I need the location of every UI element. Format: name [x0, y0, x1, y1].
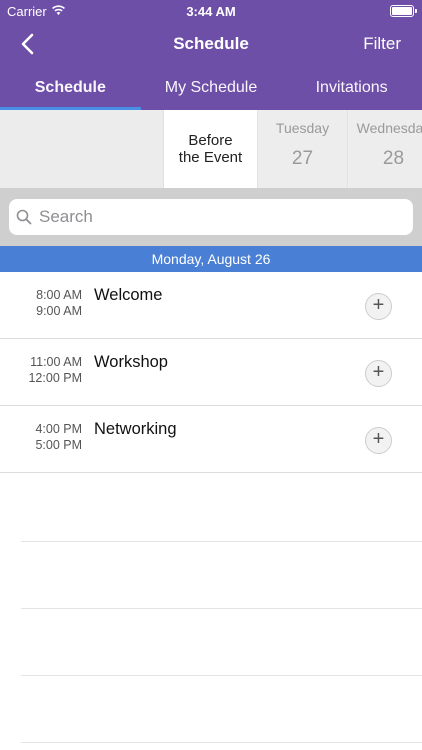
page-title: Schedule [173, 34, 249, 53]
session-end-time: 5:00 PM [35, 438, 82, 452]
date-day-name: Wednesday [356, 120, 422, 136]
session-list: 8:00 AM 9:00 AM Welcome + 11:00 AM 12:00… [0, 272, 422, 473]
add-session-button[interactable]: + [365, 427, 392, 454]
tab-bar: Schedule My Schedule Invitations [0, 70, 422, 110]
search-icon [16, 209, 32, 225]
date-selector: Before the Event Tuesday 27 Wednesday 28 [0, 110, 422, 188]
session-start-time: 8:00 AM [36, 288, 82, 302]
session-title: Networking [94, 420, 177, 438]
day-section-header: Monday, August 26 [0, 246, 422, 272]
tab-schedule[interactable]: Schedule [0, 70, 141, 110]
list-separator [21, 608, 422, 609]
list-separator [21, 742, 422, 743]
session-title: Welcome [94, 286, 163, 304]
list-separator [21, 541, 422, 542]
date-day-number: 27 [291, 148, 314, 169]
session-row[interactable]: 11:00 AM 12:00 PM Workshop + [0, 339, 422, 406]
session-start-time: 11:00 AM [30, 355, 82, 369]
date-spacer [0, 110, 164, 188]
session-start-time: 4:00 PM [35, 422, 82, 436]
date-wednesday[interactable]: Wednesday 28 [349, 110, 422, 188]
session-title: Workshop [94, 353, 168, 371]
list-separator [21, 675, 422, 676]
session-end-time: 9:00 AM [36, 304, 82, 318]
date-before-line2: the Event [178, 149, 243, 166]
status-time: 3:44 AM [186, 4, 236, 19]
filter-button[interactable]: Filter [363, 34, 401, 54]
session-row[interactable]: 4:00 PM 5:00 PM Networking + [0, 406, 422, 473]
search-bar [0, 188, 422, 246]
tab-invitations[interactable]: Invitations [281, 70, 422, 110]
navigation-bar: Schedule Filter [0, 22, 422, 66]
date-tuesday[interactable]: Tuesday 27 [258, 110, 348, 188]
date-before-line1: Before [188, 132, 233, 149]
status-bar: Carrier 3:44 AM [0, 0, 422, 22]
app-header: Carrier 3:44 AM Schedule Filter Schedule… [0, 0, 422, 110]
date-before-event[interactable]: Before the Event [164, 110, 258, 188]
add-session-button[interactable]: + [365, 293, 392, 320]
date-day-number: 28 [382, 148, 405, 169]
tab-my-schedule[interactable]: My Schedule [141, 70, 282, 110]
session-end-time: 12:00 PM [28, 371, 82, 385]
search-input[interactable] [9, 199, 413, 235]
battery-icon [390, 5, 417, 17]
session-row[interactable]: 8:00 AM 9:00 AM Welcome + [0, 272, 422, 339]
date-day-name: Tuesday [275, 120, 330, 136]
add-session-button[interactable]: + [365, 360, 392, 387]
